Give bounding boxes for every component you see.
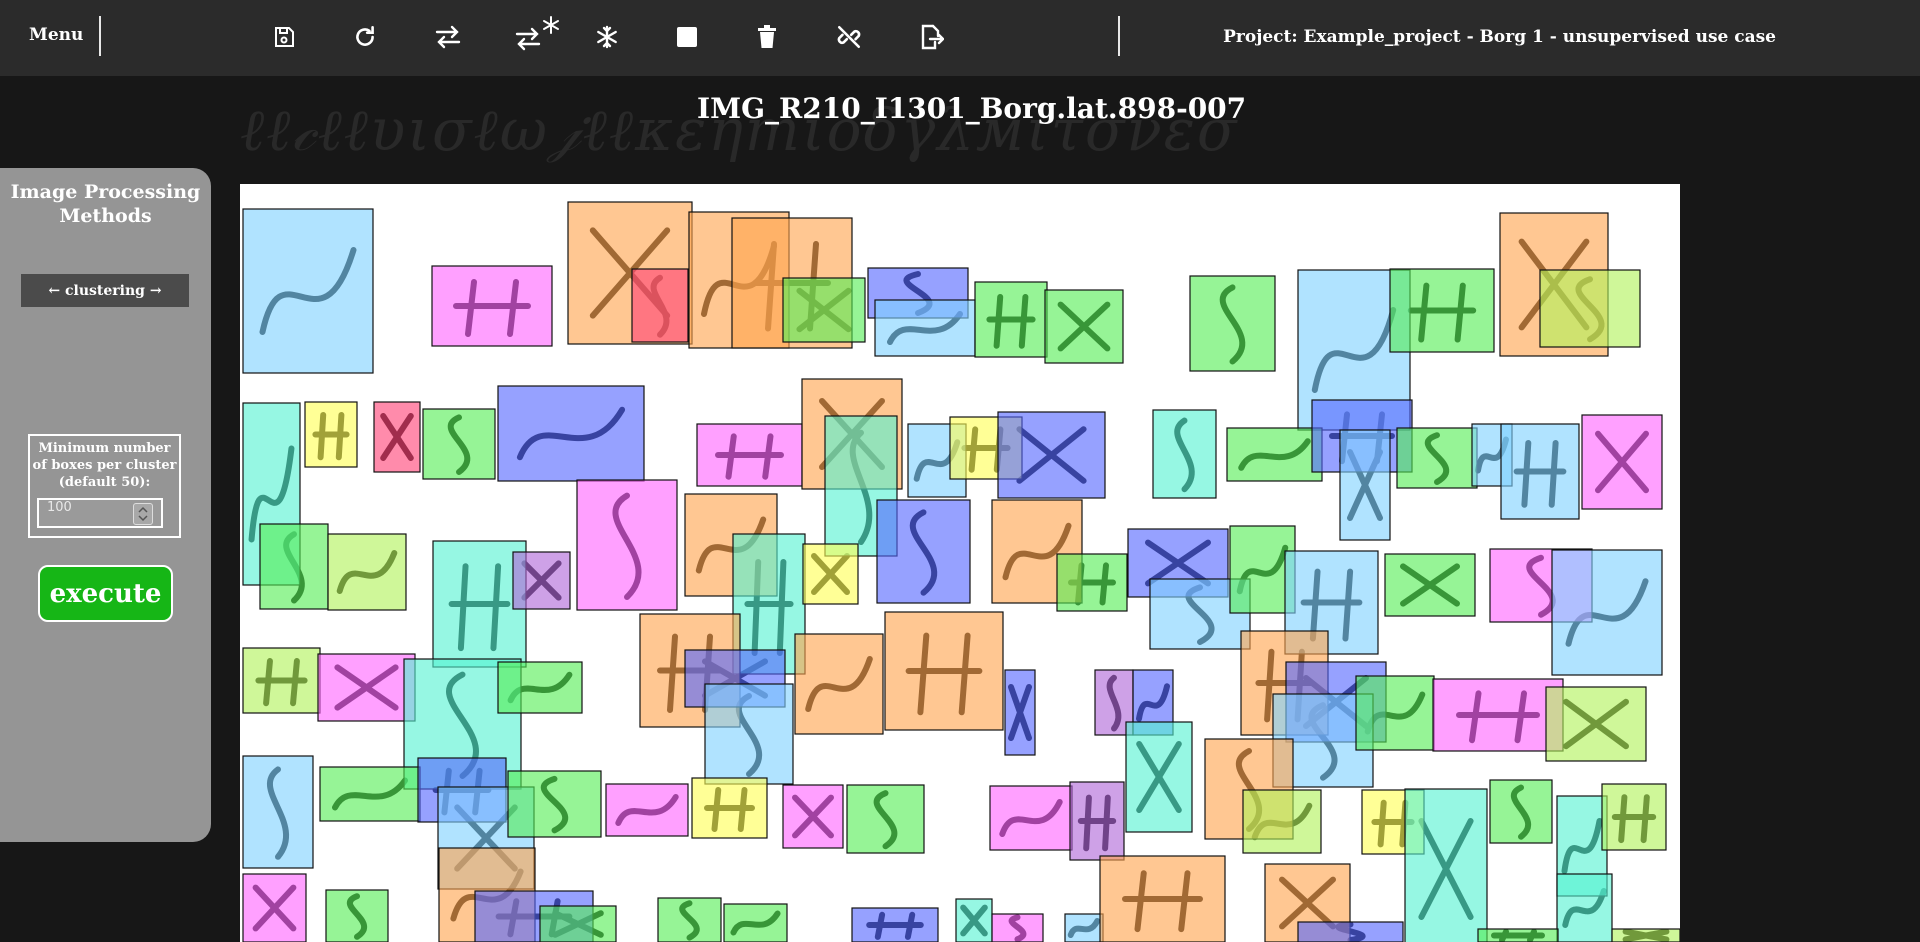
toolbar: Menu Project: Example_project - Borg 1 -… [0,0,1920,76]
cluster-box-indigo[interactable] [1297,921,1404,942]
execute-button[interactable]: execute [38,565,173,622]
cluster-box-pink[interactable] [605,783,689,837]
menu-button[interactable]: Menu [29,25,83,45]
min-boxes-label: Minimum number of boxes per cluster (def… [32,441,177,490]
cluster-box-red[interactable] [631,268,689,343]
number-stepper[interactable] [133,503,153,525]
cluster-box-indigo[interactable] [851,907,939,942]
cluster-box-green[interactable] [782,277,866,343]
cluster-box-purple[interactable] [1069,781,1125,861]
cluster-box-indigo[interactable] [997,411,1106,499]
cluster-box-teal[interactable] [1556,873,1613,942]
cluster-box-lime[interactable] [1545,686,1647,762]
cluster-box-blue[interactable] [242,208,374,374]
cluster-box-orange[interactable] [794,633,884,735]
cluster-box-green[interactable] [422,408,496,480]
method-selector[interactable]: ← clustering → [21,274,189,307]
cluster-box-green[interactable] [1489,779,1553,844]
trash-icon[interactable] [750,20,784,54]
cluster-box-teal[interactable] [432,540,527,668]
cluster-box-pink[interactable] [1581,414,1663,510]
cluster-box-green[interactable] [497,661,583,714]
cluster-box-green[interactable] [1226,427,1323,482]
swap-freeze-icon[interactable] [514,12,560,56]
cluster-box-pink[interactable] [576,479,678,611]
cluster-box-blue[interactable] [1500,423,1580,520]
cluster-box-teal[interactable] [1152,409,1217,499]
manuscript-image[interactable] [240,184,1680,942]
image-title: IMG_R210_I1301_Borg.lat.898-007 [697,92,1247,125]
save-icon[interactable] [267,20,301,54]
cluster-boxes [242,201,1680,942]
cluster-box-purple[interactable] [512,551,571,610]
unlink-icon[interactable] [832,20,866,54]
swap-icon[interactable] [431,20,465,54]
cluster-box-blue[interactable] [1551,549,1663,676]
cluster-box-green[interactable] [1384,553,1476,617]
stop-square-icon[interactable] [670,20,704,54]
cluster-box-green[interactable] [1355,675,1435,751]
cluster-box-pink[interactable] [989,785,1073,851]
redo-icon[interactable] [348,20,382,54]
cluster-box-pink[interactable] [1432,678,1564,752]
cluster-box-blue[interactable] [1339,429,1391,541]
cluster-box-pink[interactable] [991,913,1044,942]
cluster-box-green[interactable] [1056,553,1128,612]
cluster-box-blue[interactable] [704,683,794,785]
cluster-box-green[interactable] [974,281,1048,358]
cluster-box-blue[interactable] [874,299,976,357]
cluster-box-yellow[interactable] [691,777,768,839]
cluster-box-indigo[interactable] [876,499,971,604]
cluster-box-indigo[interactable] [1004,669,1036,756]
project-title: Project: Example_project - Borg 1 - unsu… [1223,27,1776,47]
cluster-box-indigo[interactable] [497,385,645,482]
cluster-box-teal[interactable] [1125,721,1193,833]
cluster-box-teal[interactable] [1404,788,1488,942]
cluster-box-yellow[interactable] [304,401,358,468]
cluster-box-green[interactable] [1189,275,1276,372]
cluster-box-green[interactable] [846,784,925,854]
cluster-box-pink[interactable] [696,423,803,487]
cluster-box-yellow[interactable] [802,543,859,605]
toolbar-divider [99,16,101,56]
cluster-box-green[interactable] [1389,268,1495,353]
toolbar-divider [1118,16,1120,56]
panel-title: Image Processing Methods [10,181,201,227]
cluster-box-pink[interactable] [782,784,844,849]
cluster-box-green[interactable] [1044,289,1124,364]
image-processing-panel: Image Processing Methods ← clustering → … [0,168,211,842]
cluster-box-green[interactable] [507,770,602,838]
snowflake-icon[interactable] [590,20,624,54]
cluster-box-green[interactable] [259,523,329,610]
cluster-box-pink[interactable] [431,265,553,347]
cluster-box-red[interactable] [373,401,421,473]
min-boxes-parameter: Minimum number of boxes per cluster (def… [28,434,181,538]
cluster-box-green[interactable] [1477,928,1559,942]
cluster-box-blue[interactable] [242,755,314,869]
cluster-box-lime[interactable] [1539,269,1641,348]
cluster-box-lime[interactable] [1242,789,1322,854]
cluster-box-lime[interactable] [242,647,321,714]
cluster-box-green[interactable] [723,903,788,942]
cluster-box-pink[interactable] [317,653,416,722]
cluster-box-green[interactable] [1396,427,1478,489]
cluster-box-lime[interactable] [1601,783,1667,851]
cluster-box-green[interactable] [325,889,389,942]
cluster-box-pink[interactable] [242,873,307,942]
cluster-box-green[interactable] [319,766,421,822]
cluster-box-orange[interactable] [1099,855,1226,942]
cluster-box-green[interactable] [539,905,617,942]
cluster-box-teal[interactable] [955,898,993,942]
cluster-box-green[interactable] [657,897,722,942]
cluster-box-lime[interactable] [1611,928,1680,942]
cluster-box-lime[interactable] [327,533,407,611]
export-icon[interactable] [914,20,948,54]
cluster-box-blue[interactable] [1064,913,1104,942]
cluster-box-orange[interactable] [884,611,1004,731]
